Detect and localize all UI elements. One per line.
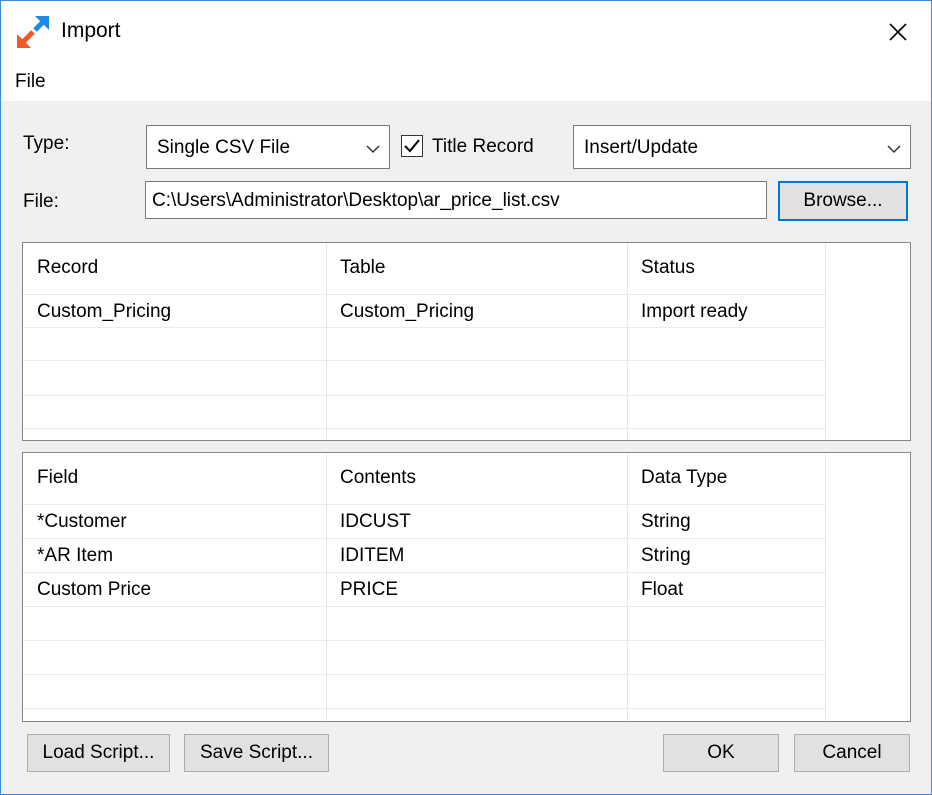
- column-header-record[interactable]: Record: [23, 243, 326, 285]
- row-divider: [23, 708, 825, 709]
- file-path-input[interactable]: C:\Users\Administrator\Desktop\ar_price_…: [145, 181, 767, 219]
- row-divider: [23, 360, 825, 361]
- field-cell: *AR Item: [37, 545, 114, 566]
- contents-cell: IDCUST: [340, 511, 411, 532]
- column-header-table[interactable]: Table: [326, 243, 627, 285]
- field-cell: *Customer: [37, 511, 127, 532]
- row-divider: [23, 606, 825, 607]
- close-icon: [889, 23, 907, 41]
- record-cell: Custom_Pricing: [37, 301, 172, 322]
- type-select-value: Single CSV File: [157, 137, 291, 158]
- chevron-down-icon: [887, 145, 901, 154]
- mode-select[interactable]: Insert/Update: [573, 125, 911, 169]
- records-table[interactable]: Record Table Status Custom_Pricing Custo…: [22, 242, 911, 441]
- data-type-cell: Float: [641, 579, 684, 600]
- column-header-status[interactable]: Status: [627, 243, 825, 285]
- window-title: Import: [61, 19, 121, 42]
- type-select[interactable]: Single CSV File: [146, 125, 390, 169]
- import-dialog: Import File Type: Single CSV File Title …: [0, 0, 932, 795]
- title-record-checkbox[interactable]: [401, 135, 423, 157]
- row-divider: [23, 538, 825, 539]
- menu-file[interactable]: File: [15, 71, 46, 93]
- row-divider: [23, 294, 825, 295]
- type-label: Type:: [23, 133, 70, 154]
- row-divider: [23, 504, 825, 505]
- column-divider: [825, 453, 826, 721]
- row-divider: [23, 640, 825, 641]
- browse-button[interactable]: Browse...: [778, 181, 908, 221]
- column-divider: [825, 243, 826, 440]
- checkmark-icon: [404, 139, 420, 153]
- column-header-field[interactable]: Field: [23, 453, 326, 495]
- table-cell: Custom_Pricing: [340, 301, 475, 322]
- status-cell: Import ready: [641, 301, 748, 322]
- row-divider: [23, 428, 825, 429]
- load-script-button[interactable]: Load Script...: [27, 734, 170, 772]
- ok-button[interactable]: OK: [663, 734, 779, 772]
- chevron-down-icon: [366, 145, 380, 154]
- file-label: File:: [23, 191, 59, 212]
- contents-cell: PRICE: [340, 579, 399, 600]
- column-header-data-type[interactable]: Data Type: [627, 453, 825, 495]
- mode-select-value: Insert/Update: [584, 137, 699, 158]
- data-type-cell: String: [641, 511, 691, 532]
- save-script-button[interactable]: Save Script...: [184, 734, 329, 772]
- contents-cell: IDITEM: [340, 545, 405, 566]
- data-type-cell: String: [641, 545, 691, 566]
- row-divider: [23, 395, 825, 396]
- file-path-value: C:\Users\Administrator\Desktop\ar_price_…: [152, 190, 560, 211]
- title-record-label[interactable]: Title Record: [432, 136, 534, 158]
- row-divider: [23, 572, 825, 573]
- row-divider: [23, 674, 825, 675]
- field-cell: Custom Price: [37, 579, 152, 600]
- column-header-contents[interactable]: Contents: [326, 453, 627, 495]
- title-bar[interactable]: Import: [1, 1, 931, 65]
- import-arrows-icon: [17, 16, 49, 48]
- cancel-button[interactable]: Cancel: [794, 734, 910, 772]
- row-divider: [23, 327, 825, 328]
- menu-bar: File: [1, 65, 931, 101]
- close-button[interactable]: [873, 9, 923, 55]
- fields-table[interactable]: Field Contents Data Type *Customer IDCUS…: [22, 452, 911, 722]
